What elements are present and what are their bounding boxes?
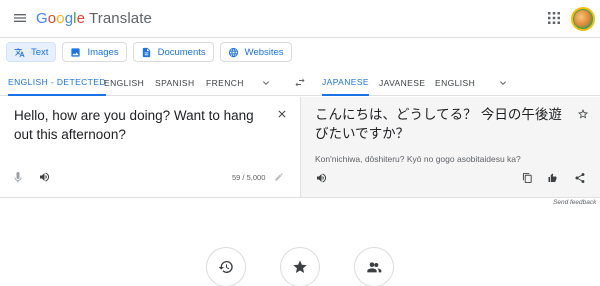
people-icon <box>367 262 382 273</box>
source-lang-tab-spanish[interactable]: SPANISH <box>155 70 195 96</box>
image-icon <box>71 47 81 57</box>
product-name: Translate <box>89 10 152 27</box>
mode-text-label: Text <box>31 46 49 58</box>
chevron-down-icon[interactable] <box>497 77 509 89</box>
mode-websites-button[interactable]: Websites <box>219 42 292 62</box>
copy-icon[interactable] <box>522 172 533 184</box>
rate-translation-icon[interactable] <box>547 172 560 184</box>
source-text-input[interactable]: Hello, how are you doing? Want to hang o… <box>14 106 274 144</box>
google-translate-logo[interactable]: Google Translate <box>36 10 152 27</box>
history-button[interactable] <box>206 247 246 286</box>
source-lang-tab-french[interactable]: FRENCH <box>206 70 244 96</box>
hamburger-menu-icon[interactable] <box>12 10 28 26</box>
document-icon <box>142 47 150 57</box>
translated-text: こんにちは、どうしてる？ 今日の午後遊びたいですか？ <box>315 107 562 142</box>
mode-documents-label: Documents <box>157 46 206 58</box>
mode-images-button[interactable]: Images <box>62 42 127 62</box>
microphone-icon[interactable] <box>13 171 23 184</box>
share-icon[interactable] <box>574 172 586 184</box>
star-icon <box>293 260 307 273</box>
translation-mode-bar: Text Images Documents Websites <box>6 42 292 62</box>
close-icon[interactable] <box>276 108 288 120</box>
translation-output-pane: こんにちは、どうしてる？ 今日の午後遊びたいですか？ Kon'nichiwa, … <box>300 97 600 197</box>
star-outline-icon[interactable] <box>577 108 589 120</box>
saved-button[interactable] <box>280 247 320 286</box>
mode-text-button[interactable]: Text <box>6 42 57 62</box>
swap-languages-icon[interactable] <box>294 78 306 88</box>
content-divider <box>0 197 600 198</box>
target-lang-tab-english[interactable]: ENGLISH <box>435 70 475 96</box>
mode-images-label: Images <box>87 46 119 58</box>
translate-icon <box>14 47 25 57</box>
mode-documents-button[interactable]: Documents <box>132 42 214 62</box>
speaker-icon[interactable] <box>38 171 51 183</box>
source-lang-tab-detected[interactable]: ENGLISH - DETECTED <box>8 70 106 96</box>
speaker-icon[interactable] <box>315 172 328 184</box>
language-selector-bar: ENGLISH - DETECTED ENGLISH SPANISH FRENC… <box>0 70 600 96</box>
account-avatar[interactable] <box>571 7 595 31</box>
contribute-button[interactable] <box>354 247 394 286</box>
romanization-text: Kon'nichiwa, dōshiteru? Kyō no gogo asob… <box>315 154 521 164</box>
history-icon <box>218 260 233 273</box>
source-text-pane: Hello, how are you doing? Want to hang o… <box>0 97 300 197</box>
pencil-icon[interactable] <box>274 172 284 182</box>
chevron-down-icon[interactable] <box>260 77 272 89</box>
target-lang-tab-japanese[interactable]: JAPANESE <box>322 70 369 96</box>
source-lang-tab-english[interactable]: ENGLISH <box>104 70 144 96</box>
target-lang-tab-javanese[interactable]: JAVANESE <box>379 70 425 96</box>
globe-icon <box>228 47 238 57</box>
character-counter: 59 / 5,000 <box>232 173 266 182</box>
mode-websites-label: Websites <box>244 46 284 58</box>
apps-grid-icon[interactable] <box>548 12 560 24</box>
top-app-bar: Google Translate <box>0 0 600 38</box>
send-feedback-link[interactable]: Send feedback <box>553 199 596 206</box>
